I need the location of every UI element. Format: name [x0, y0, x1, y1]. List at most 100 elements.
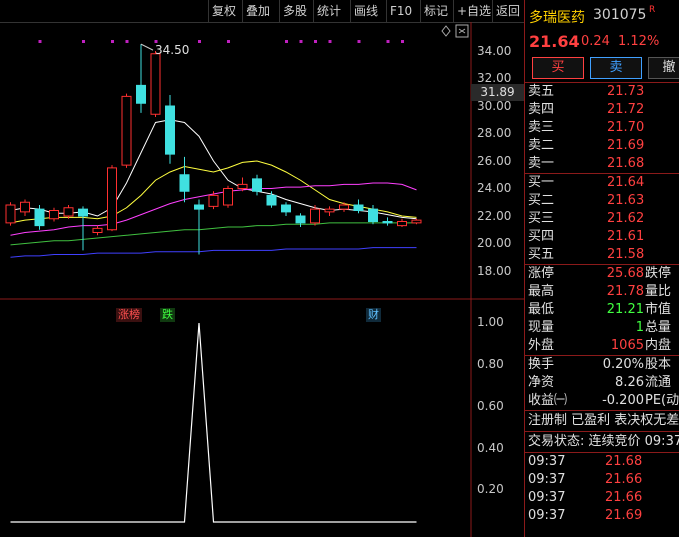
- candle-body: [136, 84, 146, 104]
- candle: [382, 217, 393, 226]
- tick-row[interactable]: 09:37 21.66: [525, 471, 679, 489]
- bid-row[interactable]: 买二 21.63: [525, 192, 679, 210]
- toolbar-button-draw-line[interactable]: 画线: [350, 0, 381, 22]
- stat-value: 8.26: [615, 375, 644, 390]
- candle: [281, 202, 291, 216]
- stock-header: 多瑞医药 301075 R: [525, 0, 679, 30]
- stat-value: 25.68: [606, 266, 644, 281]
- stat-row: 最高 21.78 量比: [525, 283, 679, 301]
- candle-body: [49, 210, 59, 220]
- bid-row[interactable]: 买五 21.58: [525, 246, 679, 264]
- bid-row[interactable]: 买四 21.61: [525, 228, 679, 246]
- candle-body: [397, 221, 407, 227]
- kline-chart-canvas[interactable]: 34.50: [0, 22, 524, 537]
- toolbar-button-back[interactable]: 返回: [492, 0, 523, 22]
- settings-icon: [455, 24, 469, 38]
- candle: [92, 225, 103, 236]
- trade-buttons: 买 卖 撤: [525, 52, 679, 83]
- ask-row[interactable]: 卖一 21.68: [525, 155, 679, 173]
- ask-book: 卖五 21.73 卖四 21.72 卖三 21.70 卖二 21.69 卖一 21.68: [525, 83, 679, 173]
- candle: [20, 199, 30, 216]
- toolbar-button-statistics[interactable]: 统计: [313, 0, 344, 22]
- tick-price: 21.66: [605, 472, 643, 487]
- buy-button[interactable]: 买: [532, 57, 584, 79]
- toolbar-button-restore-rights[interactable]: 复权: [208, 0, 239, 22]
- signal-dot: [299, 40, 303, 43]
- toolbar-button-add-watchlist[interactable]: +自选: [453, 0, 494, 22]
- candle: [107, 165, 117, 232]
- high-marker-line: [140, 43, 154, 51]
- ask-row[interactable]: 卖二 21.69: [525, 137, 679, 155]
- candle: [121, 93, 132, 168]
- signal-dot: [38, 40, 42, 43]
- current-price-tag: 31.89: [471, 84, 524, 101]
- tick-price: 21.69: [605, 508, 643, 523]
- stat-label: 收益㈠: [528, 393, 568, 408]
- tick-row[interactable]: 09:37 21.66: [525, 489, 679, 507]
- stat-row: 最低 21.21 市值: [525, 301, 679, 319]
- last-price: 21.64: [529, 32, 580, 51]
- tick-time: 09:37: [528, 472, 566, 487]
- tick-row[interactable]: 09:37 21.68: [525, 453, 679, 471]
- candle-body: [179, 174, 190, 192]
- bid-price: 21.64: [607, 175, 645, 190]
- sell-button[interactable]: 卖: [590, 57, 642, 79]
- toolbar-button-mark[interactable]: 标记: [420, 0, 451, 22]
- candle: [324, 206, 335, 216]
- ask-label: 卖四: [528, 102, 555, 117]
- y-tick-main: 26.00: [477, 154, 512, 168]
- stat-right-label: 市值: [645, 302, 672, 317]
- stats-block: 涨停 25.68 跌停 最高 21.78 量比 最低 21.21 市值 现量 1 总量 外盘 10…: [525, 265, 679, 355]
- stat-right-label: 量比: [645, 284, 672, 299]
- candle-body: [281, 204, 291, 213]
- stat-label: 净资: [528, 375, 555, 390]
- y-tick-main: 18.00: [477, 264, 512, 278]
- signal-dot: [198, 40, 201, 43]
- stat-label: 最高: [528, 284, 555, 299]
- stat-row: 外盘 1065 内盘: [525, 337, 679, 355]
- candle: [295, 213, 306, 227]
- ask-row[interactable]: 卖五 21.73: [525, 83, 679, 101]
- stat-value: 21.78: [606, 284, 644, 299]
- stat-right-label: PE(动: [645, 393, 679, 408]
- bid-row[interactable]: 买一 21.64: [525, 174, 679, 192]
- candle: [49, 207, 59, 222]
- candle-body: [78, 208, 88, 217]
- stat-right-label: 股本: [645, 357, 672, 372]
- signal-dot: [82, 40, 85, 43]
- ask-row[interactable]: 卖三 21.70: [525, 119, 679, 137]
- price-change-percent: 1.12%: [618, 34, 660, 49]
- candle-body: [353, 204, 364, 211]
- toolbar-button-overlay[interactable]: 叠加: [242, 0, 273, 22]
- stat-right-label: 跌停: [645, 266, 672, 281]
- tick-row[interactable]: 09:37 21.69: [525, 507, 679, 525]
- candle: [136, 44, 146, 113]
- y-tick-sub: 0.40: [477, 441, 504, 455]
- candle-body: [194, 204, 204, 210]
- candle: [411, 218, 422, 225]
- indicator-series-line: [10, 322, 417, 523]
- bid-row[interactable]: 买三 21.62: [525, 210, 679, 228]
- candle: [179, 156, 190, 203]
- event-badge-finance[interactable]: 财: [366, 308, 381, 322]
- signal-dot: [357, 40, 361, 43]
- toolbar-button-multi-stock[interactable]: 多股: [279, 0, 310, 22]
- bid-book: 买一 21.64 买二 21.63 买三 21.62 买四 21.61 买五 21.58: [525, 174, 679, 264]
- candle: [223, 185, 233, 208]
- ask-row[interactable]: 卖四 21.72: [525, 101, 679, 119]
- stat-value: 1: [635, 320, 644, 335]
- event-badge-limit-up-list[interactable]: 涨榜: [116, 308, 142, 322]
- tick-time: 09:37: [528, 508, 566, 523]
- ma-line: [10, 247, 417, 258]
- candle: [34, 205, 45, 230]
- candle: [368, 205, 378, 225]
- event-badge-fall[interactable]: 跌: [160, 308, 175, 322]
- candle-body: [295, 215, 306, 224]
- candle-body: [208, 194, 219, 207]
- ask-price: 21.70: [607, 120, 645, 135]
- y-tick-main: 20.00: [477, 236, 512, 250]
- registration-flag: R: [649, 5, 656, 15]
- cancel-order-button[interactable]: 撤: [648, 57, 679, 79]
- toolbar-button-f10[interactable]: F10: [386, 0, 415, 22]
- kline-chart-panel[interactable]: 34.50 34.00 32.00 30.00 28.00 26.00 24.0…: [0, 22, 524, 537]
